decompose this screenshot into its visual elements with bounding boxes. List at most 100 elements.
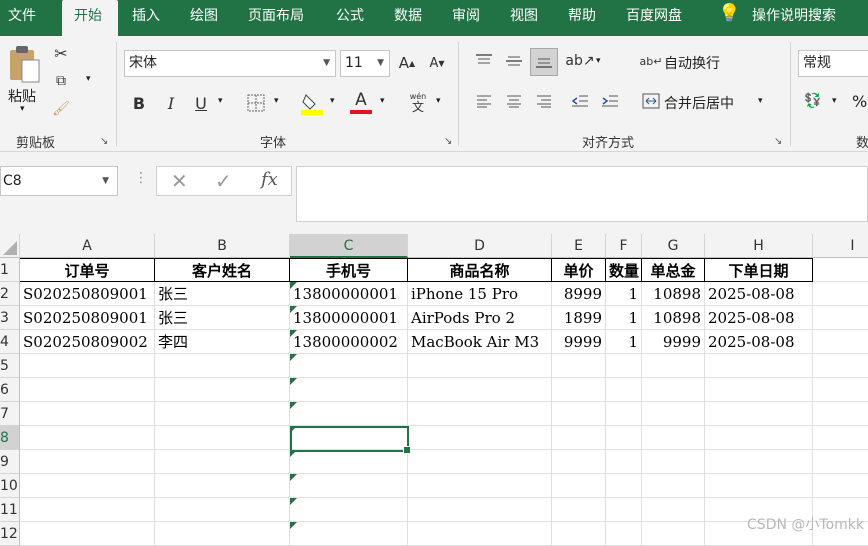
table-cell[interactable] (705, 426, 813, 450)
cut-icon[interactable]: ✂ (50, 42, 72, 64)
table-cell[interactable]: 9999 (552, 330, 606, 354)
table-cell[interactable] (155, 354, 290, 378)
row-header-5[interactable]: 5 (0, 354, 20, 378)
table-cell[interactable] (813, 330, 868, 354)
header-cell[interactable]: 数量 (606, 258, 642, 282)
percent-style-button[interactable]: % (852, 92, 867, 111)
table-cell[interactable]: 张三 (155, 282, 290, 306)
paste-button[interactable]: 粘贴 (8, 86, 36, 106)
table-cell[interactable] (705, 450, 813, 474)
table-cell[interactable] (642, 378, 705, 402)
header-cell[interactable]: 手机号 (290, 258, 408, 282)
active-cell-selection[interactable] (290, 426, 411, 454)
table-cell[interactable] (20, 402, 155, 426)
merge-center-button[interactable]: 合并后居中 (664, 93, 734, 113)
row-header-9[interactable]: 9 (0, 450, 20, 474)
table-cell[interactable] (552, 474, 606, 498)
table-cell[interactable] (606, 378, 642, 402)
table-cell[interactable] (642, 426, 705, 450)
tab-baidu-pan[interactable]: 百度网盘 (626, 0, 682, 36)
header-cell[interactable]: 下单日期 (705, 258, 813, 282)
table-cell[interactable] (606, 498, 642, 522)
table-cell[interactable] (155, 378, 290, 402)
lightbulb-icon[interactable]: 💡 (718, 0, 740, 34)
align-bottom-icon[interactable] (530, 48, 558, 76)
row-header-6[interactable]: 6 (0, 378, 20, 402)
clipboard-launcher-icon[interactable]: ↘ (100, 136, 108, 147)
table-cell[interactable] (290, 498, 408, 522)
font-size-combo[interactable]: 11 ▼ (340, 50, 390, 77)
column-header-e[interactable]: E (552, 234, 606, 258)
decrease-font-icon[interactable]: A ▼ (426, 52, 448, 74)
table-cell[interactable] (290, 522, 408, 546)
table-cell[interactable]: AirPods Pro 2 (408, 306, 552, 330)
table-cell[interactable] (408, 402, 552, 426)
alignment-launcher-icon[interactable]: ↘ (774, 136, 782, 147)
table-cell[interactable] (20, 450, 155, 474)
table-cell[interactable]: 2025-08-08 (705, 306, 813, 330)
table-cell[interactable]: 1 (606, 306, 642, 330)
table-cell[interactable] (705, 354, 813, 378)
table-cell[interactable] (552, 522, 606, 546)
wrap-text-icon[interactable]: ab↵ (640, 50, 663, 72)
font-launcher-icon[interactable]: ↘ (444, 136, 452, 147)
table-cell[interactable] (408, 474, 552, 498)
table-cell[interactable]: 13800000002 (290, 330, 408, 354)
table-cell[interactable] (408, 426, 552, 450)
tab-insert[interactable]: 插入 (132, 0, 160, 36)
table-cell[interactable] (642, 450, 705, 474)
table-cell[interactable] (408, 450, 552, 474)
header-cell[interactable]: 订单号 (20, 258, 155, 282)
table-cell[interactable] (155, 522, 290, 546)
table-cell[interactable]: 李四 (155, 330, 290, 354)
table-cell[interactable] (155, 498, 290, 522)
row-header-11[interactable]: 11 (0, 498, 20, 522)
table-cell[interactable] (20, 474, 155, 498)
table-cell[interactable] (813, 354, 868, 378)
font-name-combo[interactable]: 宋体 ▼ (124, 50, 336, 77)
row-header-2[interactable]: 2 (0, 282, 20, 306)
column-header-b[interactable]: B (155, 234, 290, 258)
column-header-h[interactable]: H (705, 234, 813, 258)
orientation-icon[interactable]: ab↗ (565, 50, 594, 72)
merge-dropdown-icon[interactable]: ▾ (758, 96, 763, 106)
table-cell[interactable]: 10898 (642, 282, 705, 306)
phonetic-icon[interactable]: wén 文 (406, 90, 430, 114)
borders-icon[interactable] (244, 92, 268, 114)
table-cell[interactable] (290, 378, 408, 402)
table-cell[interactable] (813, 450, 868, 474)
table-cell[interactable]: S020250809001 (20, 282, 155, 306)
tab-help[interactable]: 帮助 (568, 0, 596, 36)
table-cell[interactable]: 9999 (642, 330, 705, 354)
table-cell[interactable] (155, 426, 290, 450)
tab-review[interactable]: 审阅 (452, 0, 480, 36)
table-cell[interactable] (20, 522, 155, 546)
formula-input[interactable] (296, 166, 868, 222)
font-color-icon[interactable]: A (350, 88, 372, 116)
table-cell[interactable] (813, 402, 868, 426)
table-cell[interactable]: 10898 (642, 306, 705, 330)
table-cell[interactable]: S020250809002 (20, 330, 155, 354)
table-cell[interactable] (552, 426, 606, 450)
chevron-down-icon[interactable]: ▼ (102, 167, 109, 195)
table-cell[interactable]: iPhone 15 Pro (408, 282, 552, 306)
accounting-format-icon[interactable]: 💱 (800, 90, 826, 112)
table-cell[interactable] (642, 474, 705, 498)
paste-icon[interactable] (6, 44, 42, 84)
merge-center-icon[interactable] (640, 90, 662, 112)
table-cell[interactable] (552, 450, 606, 474)
row-header-8[interactable]: 8 (0, 426, 20, 450)
table-cell[interactable] (408, 522, 552, 546)
table-cell[interactable] (642, 522, 705, 546)
align-center-icon[interactable] (502, 90, 526, 112)
column-header-d[interactable]: D (408, 234, 552, 258)
header-cell[interactable]: 客户姓名 (155, 258, 290, 282)
row-header-10[interactable]: 10 (0, 474, 20, 498)
table-cell[interactable] (705, 402, 813, 426)
fill-color-icon[interactable] (300, 90, 324, 116)
table-cell[interactable]: 1 (606, 330, 642, 354)
table-cell[interactable] (813, 258, 868, 282)
tab-page-layout[interactable]: 页面布局 (248, 0, 304, 36)
row-header-3[interactable]: 3 (0, 306, 20, 330)
tab-formulas[interactable]: 公式 (336, 0, 364, 36)
